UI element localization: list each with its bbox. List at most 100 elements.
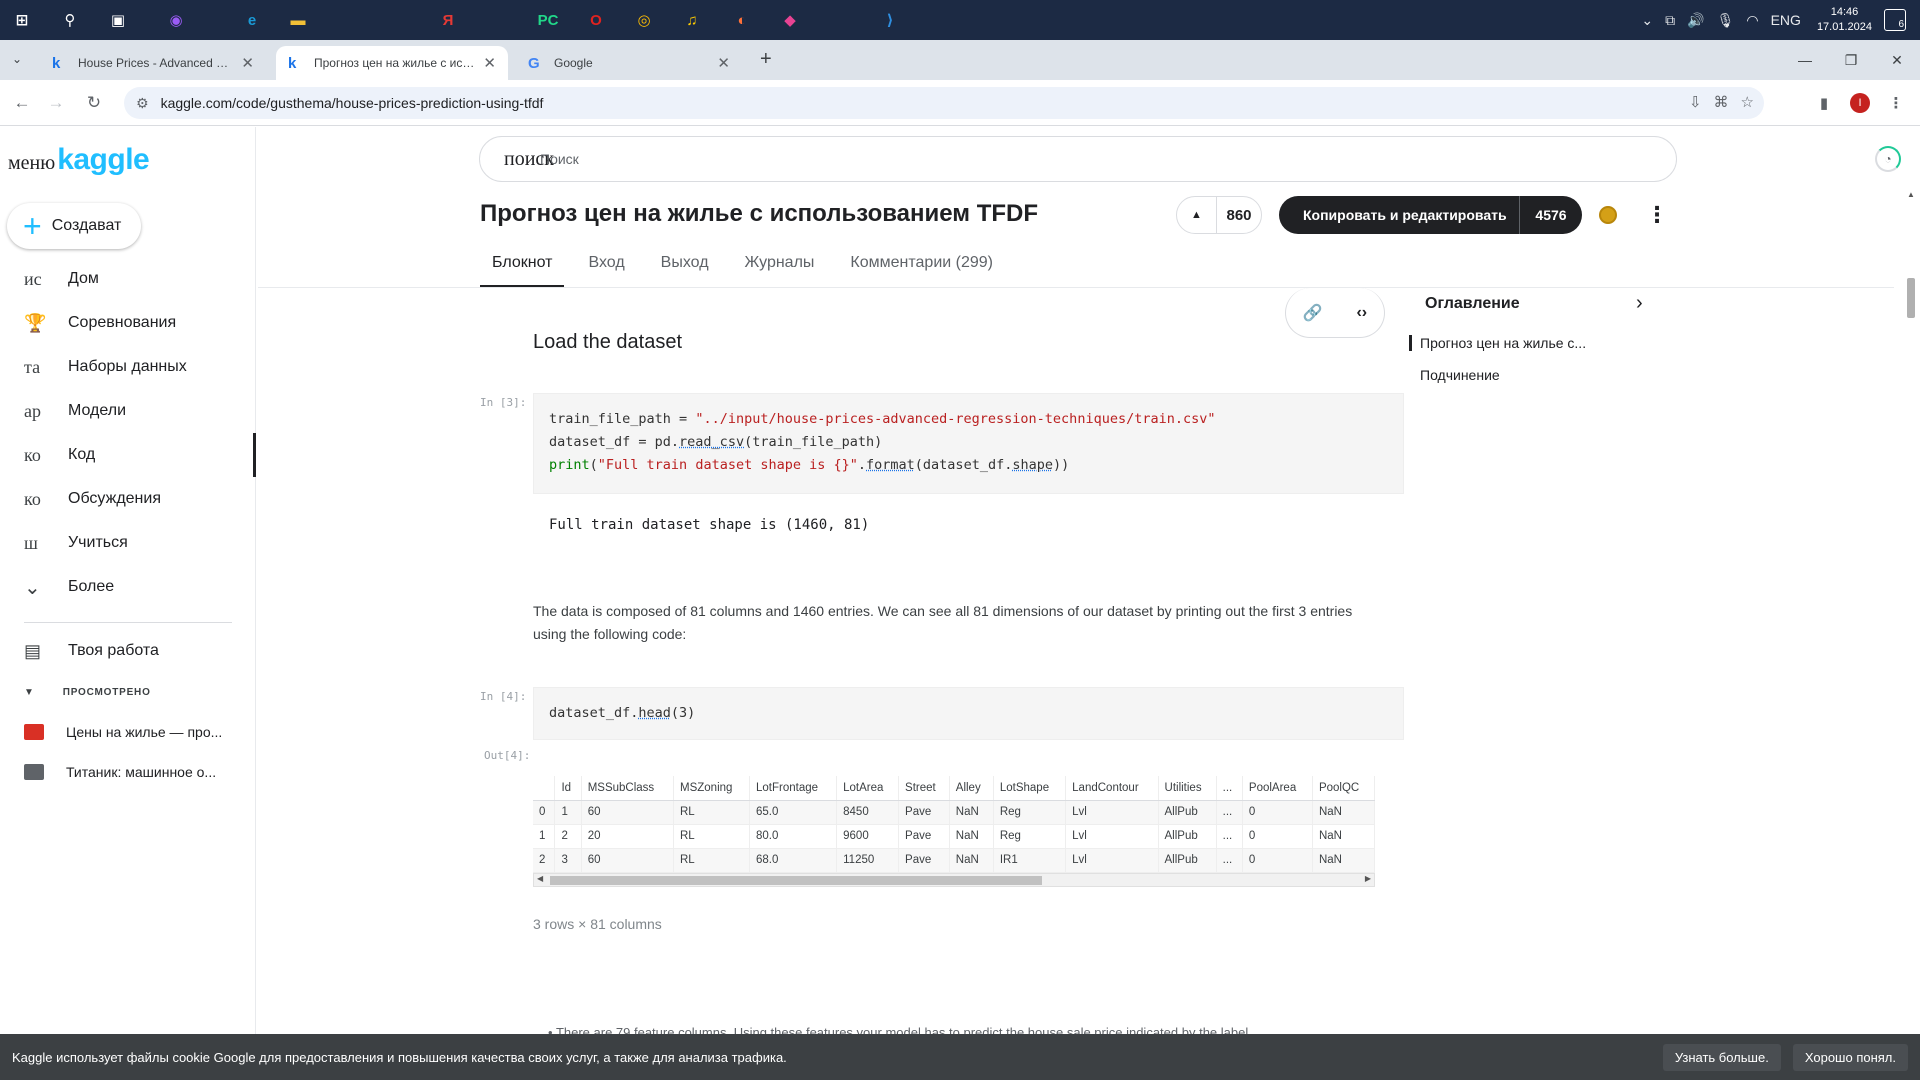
upvote-icon[interactable]: ▲	[1177, 197, 1217, 233]
scroll-left-icon[interactable]: ◀	[537, 874, 543, 883]
code-cell-3[interactable]: train_file_path = "../input/house-prices…	[533, 393, 1404, 494]
kaggle-logo[interactable]: kaggle	[57, 143, 150, 177]
yandex-music-icon[interactable]: ♫	[678, 6, 706, 34]
pycharm-icon[interactable]: PC	[534, 6, 562, 34]
wifi-icon[interactable]: ◠	[1746, 12, 1758, 29]
side-panel-icon[interactable]: ▮	[1810, 89, 1838, 117]
sidebar-item-discussions[interactable]: ко Обсуждения	[0, 477, 256, 521]
url-text: kaggle.com/code/gusthema/house-prices-pr…	[160, 95, 544, 111]
language-indicator[interactable]: ENG	[1771, 12, 1801, 28]
sidebar-item-learn[interactable]: ш Учиться	[0, 521, 256, 565]
minimize-icon[interactable]: —	[1782, 40, 1828, 80]
sidebar-item-your-work[interactable]: ▤ Твоя работа	[0, 629, 256, 673]
tab-output[interactable]: Выход	[661, 252, 721, 288]
new-tab-icon[interactable]: +	[760, 48, 772, 71]
link-icon[interactable]: 🔗	[1303, 303, 1323, 323]
user-avatar[interactable]: ◔	[1875, 146, 1901, 172]
chevron-up-icon[interactable]: ⌄	[1641, 12, 1653, 29]
opera-icon[interactable]: O	[582, 6, 610, 34]
close-tab-icon[interactable]: ✕	[717, 54, 730, 72]
sidebar-item-more[interactable]: ⌄ Более	[0, 565, 256, 609]
bookmark-star-icon[interactable]: ☆	[1741, 93, 1754, 111]
kaggle-favicon-icon: k	[288, 54, 297, 72]
windows-start-icon[interactable]: ⊞	[8, 6, 36, 34]
table-cell: 0	[533, 800, 556, 825]
table-cell: 20	[581, 824, 675, 849]
install-app-icon[interactable]: ⇩	[1689, 93, 1702, 111]
volume-icon[interactable]: 🔊	[1687, 12, 1704, 29]
table-cell: NaN	[949, 824, 994, 849]
table-cell: 8450	[836, 800, 900, 825]
profile-initial: I	[1850, 93, 1870, 113]
section-heading: Load the dataset	[533, 331, 683, 353]
gem-app-icon[interactable]: ◆	[776, 6, 804, 34]
scrollbar-thumb[interactable]	[550, 876, 1042, 885]
code-function: format	[866, 457, 915, 473]
viewed-header[interactable]: ▼ ПРОСМОТРЕНО	[24, 687, 151, 698]
sidebar-item-home[interactable]: ис Дом	[0, 257, 256, 301]
address-bar[interactable]: ⚙ kaggle.com/code/gusthema/house-prices-…	[124, 87, 1764, 119]
tab-input[interactable]: Вход	[588, 252, 636, 288]
table-cell: RL	[673, 848, 750, 873]
tab-comments[interactable]: Комментарии (299)	[850, 252, 1005, 288]
table-row: 1 2 20 RL 80.0 9600 Pave NaN Reg Lvl AllPub... 0 NaN	[533, 824, 1376, 849]
more-options-icon[interactable]: ⋮	[1646, 202, 1668, 228]
table-horizontal-scrollbar[interactable]: ◀ ▶	[533, 873, 1375, 887]
viewed-item-titanic[interactable]: Титаник: машинное о...	[24, 764, 244, 780]
browser-tab-house-prices[interactable]: k House Prices - Advanced Regression ✕	[40, 46, 266, 80]
tab-search-icon[interactable]: ⌄	[12, 52, 22, 66]
task-view-icon[interactable]: ▣	[104, 6, 132, 34]
toc-item[interactable]: Прогноз цен на жилье с...	[1409, 335, 1586, 351]
browser-tab-google[interactable]: G Google ✕	[516, 46, 742, 80]
sidebar-item-models[interactable]: ар Модели	[0, 389, 256, 433]
scroll-up-icon[interactable]: ▲	[1907, 190, 1915, 199]
sidebar-item-competitions[interactable]: 🏆 Соревнования	[0, 301, 256, 345]
create-button[interactable]: + Создават	[7, 203, 141, 249]
table-cell: RL	[673, 800, 750, 825]
scroll-right-icon[interactable]: ▶	[1365, 874, 1371, 883]
sidebar-item-label: Дом	[68, 270, 99, 287]
close-tab-icon[interactable]: ✕	[241, 54, 254, 72]
search-icon[interactable]: ⚲	[56, 6, 84, 34]
back-icon[interactable]: ←	[8, 89, 36, 117]
network-icon[interactable]: ⧉	[1665, 12, 1675, 29]
viewed-item-house-prices[interactable]: Цены на жилье — про...	[24, 724, 244, 740]
alice-icon[interactable]: ◉	[162, 6, 190, 34]
forward-icon[interactable]: →	[42, 89, 70, 117]
close-window-icon[interactable]: ✕	[1874, 40, 1920, 80]
yandex-browser-icon[interactable]: Я	[434, 6, 462, 34]
chrome-icon[interactable]: ◎	[630, 6, 658, 34]
notifications-button[interactable]: 6	[1884, 9, 1906, 31]
close-tab-icon[interactable]: ✕	[483, 54, 496, 72]
search-bar[interactable]: поиск Поиск	[479, 136, 1677, 182]
toc-item[interactable]: Подчинение	[1420, 367, 1500, 383]
vote-count: 860	[1226, 206, 1252, 224]
reload-icon[interactable]: ↻	[80, 89, 108, 117]
accept-cookies-button[interactable]: Хорошо понял.	[1792, 1043, 1908, 1071]
browser-menu-icon[interactable]: ⋮	[1882, 89, 1910, 117]
tab-notebook[interactable]: Блокнот	[480, 252, 565, 288]
copy-edit-button[interactable]: Копировать и редактировать 4576	[1279, 196, 1582, 234]
page-vertical-scrollbar[interactable]: ▲	[1904, 190, 1918, 1030]
sidebar-item-code[interactable]: ко Код	[0, 433, 256, 477]
tab-logs[interactable]: Журналы	[745, 252, 827, 288]
learn-more-button[interactable]: Узнать больше.	[1662, 1043, 1781, 1071]
vscode-icon[interactable]: ⟩	[876, 6, 904, 34]
code-toggle-icon[interactable]: ‹›	[1356, 304, 1367, 322]
site-info-icon[interactable]: ⚙	[136, 95, 149, 112]
sidebar-item-datasets[interactable]: та Наборы данных	[0, 345, 256, 389]
profile-avatar[interactable]: I	[1846, 89, 1874, 117]
menu-button[interactable]: меню	[8, 152, 55, 175]
code-cell-4[interactable]: dataset_df.head(3)	[533, 687, 1404, 740]
browser-tab-active[interactable]: k Прогноз цен на жилье с использованием …	[276, 46, 508, 80]
table-cell: Lvl	[1065, 800, 1159, 825]
scrollbar-thumb[interactable]	[1907, 278, 1915, 318]
clock[interactable]: 14:46 17.01.2024	[1817, 5, 1872, 35]
microphone-icon[interactable]: 🎙	[1717, 12, 1735, 29]
translate-icon[interactable]: ⌘	[1714, 93, 1729, 111]
firefox-icon[interactable]: ◐	[728, 6, 756, 34]
explorer-icon[interactable]: ▬	[284, 6, 312, 34]
chevron-right-icon[interactable]: ›	[1636, 292, 1643, 315]
restore-icon[interactable]: ❐	[1828, 40, 1874, 80]
edge-icon[interactable]: e	[238, 6, 266, 34]
